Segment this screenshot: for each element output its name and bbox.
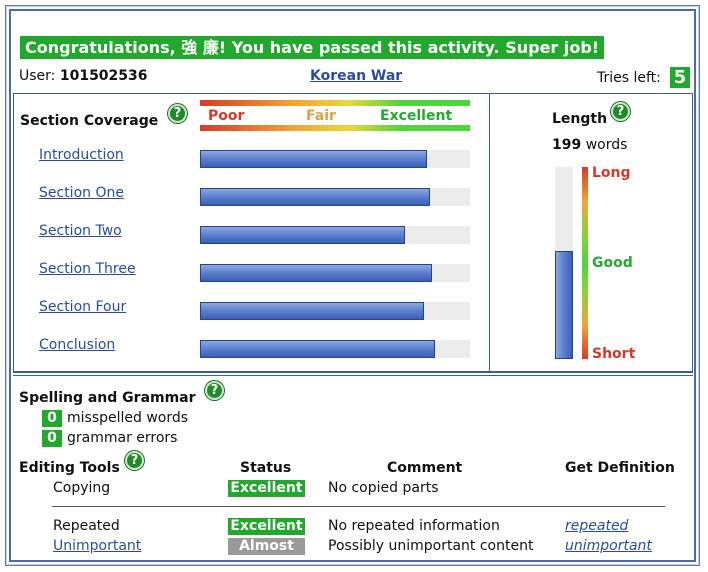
coverage-bar-track [200, 150, 470, 168]
length-bar-track [555, 167, 573, 359]
spelling-grammar-title: Spelling and Grammar [19, 390, 196, 406]
coverage-bar-fill [200, 150, 427, 168]
tries-left-count: 5 [670, 67, 690, 88]
help-icon[interactable]: ? [125, 451, 144, 470]
section-link-section-two[interactable]: Section Two [39, 223, 122, 239]
comment-header: Comment [387, 460, 463, 476]
length-label-short: Short [592, 346, 636, 362]
word-count-value: 199 [552, 137, 582, 153]
scale-excellent: Excellent [380, 108, 453, 124]
section-link-introduction[interactable]: Introduction [39, 147, 124, 163]
section-link-section-four[interactable]: Section Four [39, 299, 126, 315]
coverage-bar-track [200, 302, 470, 320]
word-count-unit: words [585, 137, 628, 153]
help-icon[interactable]: ? [205, 381, 224, 400]
section-link-section-one[interactable]: Section One [39, 185, 124, 201]
grammar-label: grammar errors [67, 430, 178, 446]
section-coverage-title: Section Coverage [20, 113, 159, 129]
topic-link[interactable]: Korean War [310, 68, 402, 84]
misspelled-label: misspelled words [67, 410, 189, 426]
status-badge: Excellent [228, 480, 305, 497]
comment-repeated: No repeated information [328, 518, 500, 534]
scale-gradient-bottom [200, 125, 470, 131]
user-id: 101502536 [59, 68, 148, 84]
coverage-bar-fill [200, 302, 424, 320]
status-badge: Excellent [228, 518, 305, 535]
coverage-bar-track [200, 226, 470, 244]
definition-header: Get Definition [565, 460, 675, 476]
coverage-bar-fill [200, 340, 435, 358]
coverage-bar-fill [200, 226, 405, 244]
section-link-section-three[interactable]: Section Three [39, 261, 136, 277]
coverage-bar-fill [200, 188, 430, 206]
tool-copying: Copying [53, 480, 111, 496]
definition-link-repeated[interactable]: repeated [565, 518, 628, 534]
word-count: 199 words [552, 137, 627, 153]
help-icon[interactable]: ? [168, 104, 187, 123]
tool-repeated: Repeated [53, 518, 120, 534]
length-label-long: Long [592, 165, 631, 181]
comment-unimportant: Possibly unimportant content [328, 538, 534, 554]
tries-left-label: Tries left: [597, 70, 661, 86]
congratulations-banner: Congratulations, 強 廉! You have passed th… [20, 36, 605, 59]
length-scale [582, 167, 588, 359]
grammar-count-badge: 0 [42, 430, 62, 447]
user-info: User: 101502536 [19, 68, 148, 84]
length-label-good: Good [592, 255, 633, 271]
coverage-bar-track [200, 188, 470, 206]
coverage-bar-track [200, 264, 470, 282]
coverage-scale: Poor Fair Excellent [200, 100, 470, 131]
coverage-bar-track [200, 340, 470, 358]
comment-copying: No copied parts [328, 480, 439, 496]
editing-tools-title: Editing Tools [19, 460, 120, 476]
user-label: User: [19, 68, 56, 84]
length-bar-fill [555, 251, 573, 359]
misspelled-count-badge: 0 [42, 410, 62, 427]
status-header: Status [240, 460, 292, 476]
scale-gradient-top [200, 100, 470, 106]
status-badge: Almost [228, 538, 305, 555]
coverage-bar-fill [200, 264, 432, 282]
length-panel [489, 93, 693, 372]
help-icon[interactable]: ? [611, 102, 630, 121]
tool-unimportant-link[interactable]: Unimportant [53, 538, 141, 554]
table-separator [52, 506, 665, 507]
definition-link-unimportant[interactable]: unimportant [565, 538, 652, 554]
scale-poor: Poor [208, 108, 245, 124]
scale-fair: Fair [306, 108, 336, 124]
section-link-conclusion[interactable]: Conclusion [39, 337, 115, 353]
length-title: Length [552, 111, 608, 127]
panel-divider [13, 372, 693, 376]
